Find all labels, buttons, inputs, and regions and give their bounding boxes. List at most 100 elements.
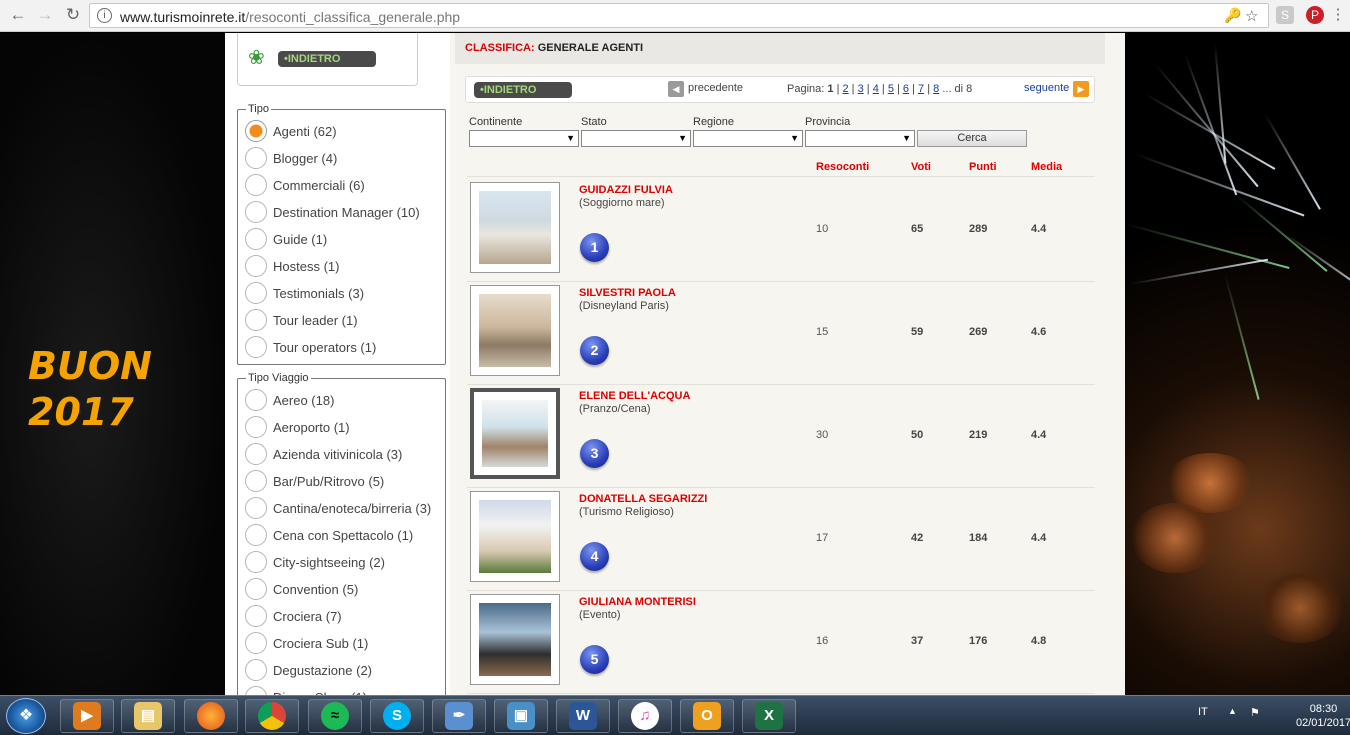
agent-photo[interactable] [470,388,560,479]
radio-label: Hostess (1) [273,258,340,274]
agent-name[interactable]: GUIDAZZI FULVIA [579,184,673,196]
radio-option[interactable]: City-sightseeing (2) [245,550,385,574]
key-icon[interactable]: 🔑 [1224,7,1241,24]
taskbar-outlook[interactable]: O [680,699,734,733]
bookmark-star-icon[interactable]: ☆ [1245,7,1258,25]
radio-button-icon[interactable] [245,336,267,358]
radio-button-icon[interactable] [245,470,267,492]
skype-icon: S [383,702,411,730]
prev-link[interactable]: precedente [688,82,743,94]
radio-option[interactable]: Tour operators (1) [245,335,376,359]
clock[interactable]: 08:30 02/01/2017 [1296,702,1350,730]
action-center-flag-icon[interactable]: ⚑ [1250,706,1260,719]
tray-arrow-icon[interactable]: ▲ [1228,706,1237,716]
radio-button-icon[interactable] [245,632,267,654]
taskbar-excel[interactable]: X [742,699,796,733]
radio-button-icon[interactable] [245,309,267,331]
radio-option[interactable]: Crociera (7) [245,604,342,628]
page-separator: | [924,83,934,95]
radio-option[interactable]: Destination Manager (10) [245,200,420,224]
radio-option[interactable]: Commerciali (6) [245,173,365,197]
language-indicator[interactable]: IT [1198,706,1208,718]
radio-option[interactable]: Cena con Spettacolo (1) [245,523,413,547]
radio-button-icon[interactable] [245,578,267,600]
agent-photo[interactable] [470,182,560,273]
radio-button-icon[interactable] [245,497,267,519]
pinterest-extension-icon[interactable]: P [1306,6,1324,24]
radio-button-icon[interactable] [245,524,267,546]
agent-name[interactable]: DONATELLA SEGARIZZI [579,493,707,505]
radio-option[interactable]: Cantina/enoteca/birreria (3) [245,496,431,520]
radio-button-icon[interactable] [245,228,267,250]
radio-button-icon[interactable] [245,201,267,223]
radio-button-icon[interactable] [245,282,267,304]
page-separator: | [909,83,919,95]
radio-option[interactable]: Testimonials (3) [245,281,364,305]
page-link[interactable]: 8 [933,83,939,95]
next-link[interactable]: seguente [1024,82,1069,94]
search-button[interactable]: Cerca [917,130,1027,147]
taskbar-word[interactable]: W [556,699,610,733]
firework-streak [1134,153,1305,217]
reload-icon[interactable]: ↻ [61,3,85,27]
agent-name[interactable]: SILVESTRI PAOLA [579,287,676,299]
taskbar-itunes[interactable]: ♫ [618,699,672,733]
taskbar-skype[interactable]: S [370,699,424,733]
filter-select[interactable]: ▼ [805,130,915,147]
radio-option[interactable]: Aeroporto (1) [245,415,350,439]
menu-dots-icon[interactable]: ⋮ [1326,3,1350,27]
agent-photo[interactable] [470,491,560,582]
back-arrow-icon[interactable]: ← [6,3,30,27]
filter-select[interactable]: ▼ [581,130,691,147]
radio-button-icon[interactable] [245,605,267,627]
radio-option[interactable]: Blogger (4) [245,146,337,170]
taskbar-quill[interactable]: ✒ [432,699,486,733]
radio-option[interactable]: Aereo (18) [245,388,334,412]
radio-button-icon[interactable] [245,416,267,438]
radio-option[interactable]: Hostess (1) [245,254,339,278]
radio-option[interactable]: Bar/Pub/Ritrovo (5) [245,469,384,493]
agent-name[interactable]: GIULIANA MONTERISI [579,596,696,608]
taskbar-media-player[interactable]: ▶ [60,699,114,733]
radio-option[interactable]: Convention (5) [245,577,358,601]
radio-button-icon[interactable] [245,147,267,169]
agent-photo[interactable] [470,594,560,685]
filter-label: Regione [693,116,734,128]
info-icon[interactable]: i [97,8,112,23]
radio-button-icon[interactable] [245,120,267,142]
rank-badge: 5 [580,645,609,674]
next-arrow-icon[interactable]: ▶ [1073,81,1089,97]
radio-option[interactable]: Agenti (62) [245,119,337,143]
radio-button-icon[interactable] [245,659,267,681]
taskbar-spotify[interactable]: ≈ [308,699,362,733]
radio-button-icon[interactable] [245,443,267,465]
taskbar-firefox[interactable] [184,699,238,733]
taskbar-photo-viewer[interactable]: ▣ [494,699,548,733]
radio-option[interactable]: Azienda vitivinicola (3) [245,442,402,466]
radio-option[interactable]: Guide (1) [245,227,327,251]
prev-arrow-icon[interactable]: ◀ [668,81,684,97]
skype-extension-icon[interactable]: S [1276,6,1294,24]
start-button[interactable]: ❖ [6,698,46,734]
back-button[interactable]: •INDIETRO [474,82,572,98]
agent-name[interactable]: ELENE DELL'ACQUA [579,390,690,402]
address-bar[interactable]: i www.turismoinrete.it/resoconti_classif… [89,3,1269,28]
radio-button-icon[interactable] [245,174,267,196]
forward-arrow-icon[interactable]: → [33,3,57,27]
radio-button-icon[interactable] [245,389,267,411]
taskbar-explorer[interactable]: ▤ [121,699,175,733]
photo-image [479,500,551,573]
outlook-icon: O [693,702,721,730]
row-divider [467,693,1095,694]
radio-option[interactable]: Degustazione (2) [245,658,372,682]
agent-photo[interactable] [470,285,560,376]
radio-option[interactable]: Crociera Sub (1) [245,631,368,655]
filter-select[interactable]: ▼ [469,130,579,147]
taskbar-chrome[interactable] [245,699,299,733]
radio-button-icon[interactable] [245,255,267,277]
filter-select[interactable]: ▼ [693,130,803,147]
col-voti: Voti [911,161,931,173]
back-button-sidebar[interactable]: •INDIETRO [278,51,376,67]
radio-option[interactable]: Tour leader (1) [245,308,358,332]
radio-button-icon[interactable] [245,551,267,573]
